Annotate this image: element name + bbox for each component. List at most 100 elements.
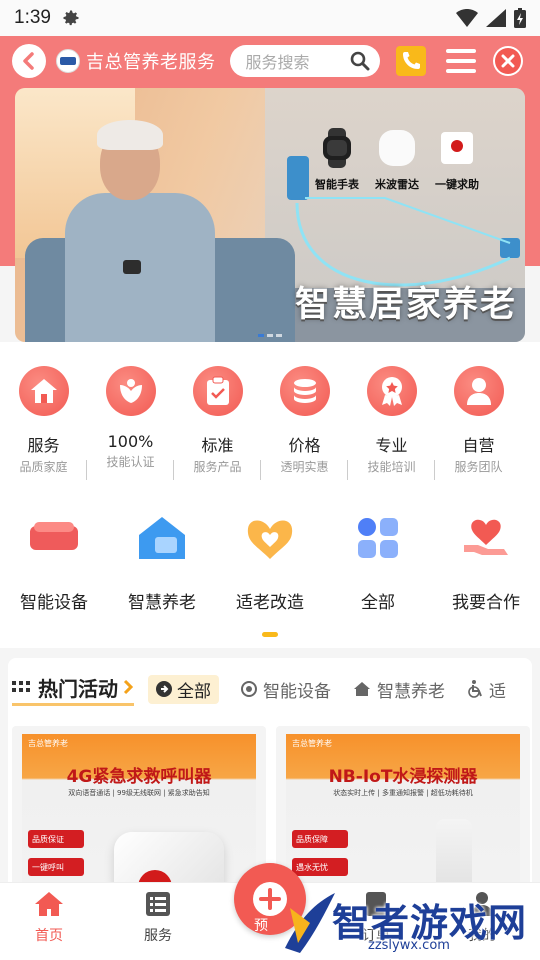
feature-title: 专业 <box>375 436 408 455</box>
category-smart-elderly[interactable]: 智慧养老 <box>108 480 216 648</box>
category-label: 适老改造 <box>236 593 304 613</box>
feature-item-service[interactable]: 服务 品质家庭 <box>0 366 87 486</box>
medal-icon <box>366 366 417 416</box>
grid-icon <box>350 510 406 566</box>
home-outline-icon <box>354 682 370 696</box>
close-icon <box>494 48 521 74</box>
staff-icon <box>453 366 504 416</box>
nav-home[interactable]: 首页 <box>34 891 64 945</box>
sos-button-icon <box>441 132 473 164</box>
feature-subtitle: 服务团队 <box>454 460 503 474</box>
app-screen: 1:39 吉总管养老服务 服务搜索 智能手表 米波雷达 一键求助 智慧居家养老 … <box>0 0 540 960</box>
category-smart-device[interactable]: 智能设备 <box>0 480 108 648</box>
category-cooperation[interactable]: 我要合作 <box>432 480 540 648</box>
product-title: 4G紧急求救呼叫器 <box>66 767 212 787</box>
tab-label: 适 <box>489 681 506 702</box>
product-brand: 吉总管养老 <box>292 739 332 748</box>
status-time: 1:39 <box>14 7 51 28</box>
wifi-icon <box>456 9 478 27</box>
heart-hand-icon <box>458 510 514 566</box>
banner-device-label: 一键求助 <box>435 178 479 191</box>
back-button[interactable] <box>12 44 46 78</box>
menu-bar <box>445 49 476 53</box>
hands-icon <box>105 366 156 416</box>
smart-device-icon <box>26 510 82 566</box>
product-subtitle: 双向语音通话 | 99级无线联网 | 紧急求助告知 <box>68 789 210 797</box>
feature-item-professional[interactable]: 专业 技能培训 <box>348 366 435 486</box>
menu-button[interactable] <box>445 49 476 73</box>
nav-service[interactable]: 服务 <box>144 891 172 945</box>
signal-icon <box>486 9 506 27</box>
feature-title: 100% <box>107 432 154 451</box>
chevron-right-icon <box>123 679 134 695</box>
banner-pager-dots <box>258 334 282 337</box>
product-badge: 品质保障 <box>292 830 348 848</box>
feature-title: 标准 <box>201 436 234 455</box>
tab-label: 智慧养老 <box>377 681 445 702</box>
watermark-url: zzslywx.com <box>368 938 450 953</box>
feature-subtitle: 技能认证 <box>106 455 155 469</box>
hot-activities-label: 热门活动 <box>38 676 118 701</box>
watermark: 智者游戏网 zzslywx.com <box>280 884 540 960</box>
category-all[interactable]: 全部 <box>324 480 432 648</box>
chevron-left-icon <box>23 52 34 70</box>
nav-label: 预 <box>254 918 268 934</box>
record-icon <box>241 681 257 697</box>
category-page-indicator <box>262 632 278 637</box>
banner-device-label: 智能手表 <box>315 178 359 191</box>
product-badge: 遇水无忧 <box>292 858 348 876</box>
wheelchair-icon <box>468 680 482 698</box>
feature-item-standard[interactable]: 标准 服务产品 <box>174 366 261 486</box>
heart-butterfly-icon <box>242 510 298 566</box>
feature-title: 自营 <box>462 436 495 455</box>
feature-subtitle: 品质家庭 <box>19 460 68 474</box>
hot-activities-title[interactable]: 热门活动 <box>12 673 134 706</box>
tab-all[interactable]: 全部 <box>148 674 219 704</box>
feature-subtitle: 透明实惠 <box>280 460 329 474</box>
smart-home-icon <box>134 510 190 566</box>
banner-watch <box>123 260 141 274</box>
tab-adaptation[interactable]: 适 <box>467 677 506 702</box>
feature-item-certified[interactable]: 100% 技能认证 <box>87 366 174 486</box>
activity-tabs: 热门活动 全部 智能设备 智慧养老 适 <box>8 658 532 720</box>
banner-device-sos: 一键求助 <box>435 128 479 192</box>
dots-grid-icon <box>12 681 30 692</box>
coins-icon <box>279 366 330 416</box>
category-label: 智慧养老 <box>128 593 196 613</box>
feature-item-team[interactable]: 自营 服务团队 <box>435 366 522 480</box>
category-grid: 智能设备 智慧养老 适老改造 全部 我要合作 <box>0 480 540 648</box>
category-label: 全部 <box>361 593 395 613</box>
settings-gear-icon <box>63 10 79 26</box>
feature-item-price[interactable]: 价格 透明实惠 <box>261 366 348 486</box>
search-icon[interactable] <box>350 51 370 71</box>
pager-dot-active <box>258 334 264 337</box>
phone-button[interactable] <box>395 46 426 76</box>
banner-device-label: 米波雷达 <box>375 178 419 191</box>
brand-logo <box>56 49 80 73</box>
tab-smart-device[interactable]: 智能设备 <box>241 677 331 702</box>
search-input[interactable]: 服务搜索 <box>229 45 380 77</box>
feature-subtitle: 技能培训 <box>367 460 416 474</box>
pager-dot <box>267 334 273 337</box>
menu-bar <box>445 69 476 73</box>
tab-smart-elderly[interactable]: 智慧养老 <box>353 677 445 702</box>
close-button[interactable] <box>492 46 523 76</box>
category-adaptation[interactable]: 适老改造 <box>216 480 324 648</box>
banner-device-row: 智能手表 米波雷达 一键求助 <box>315 128 479 192</box>
radar-icon <box>379 130 415 166</box>
category-label: 智能设备 <box>20 593 88 613</box>
feature-title: 价格 <box>288 436 321 455</box>
pager-dot <box>276 334 282 337</box>
list-icon <box>146 892 170 916</box>
promo-banner[interactable]: 智能手表 米波雷达 一键求助 智慧居家养老 <box>15 88 525 342</box>
product-brand: 吉总管养老 <box>28 739 68 748</box>
watermark-logo-icon <box>285 893 335 953</box>
clipboard-icon <box>192 366 243 416</box>
tab-all-label: 全部 <box>177 681 211 702</box>
brand-name: 吉总管养老服务 <box>86 52 216 73</box>
feature-title: 服务 <box>27 436 60 455</box>
banner-device-watch: 智能手表 <box>315 128 359 192</box>
battery-icon <box>514 8 526 28</box>
phone-icon <box>402 52 420 69</box>
category-label: 我要合作 <box>452 593 520 613</box>
